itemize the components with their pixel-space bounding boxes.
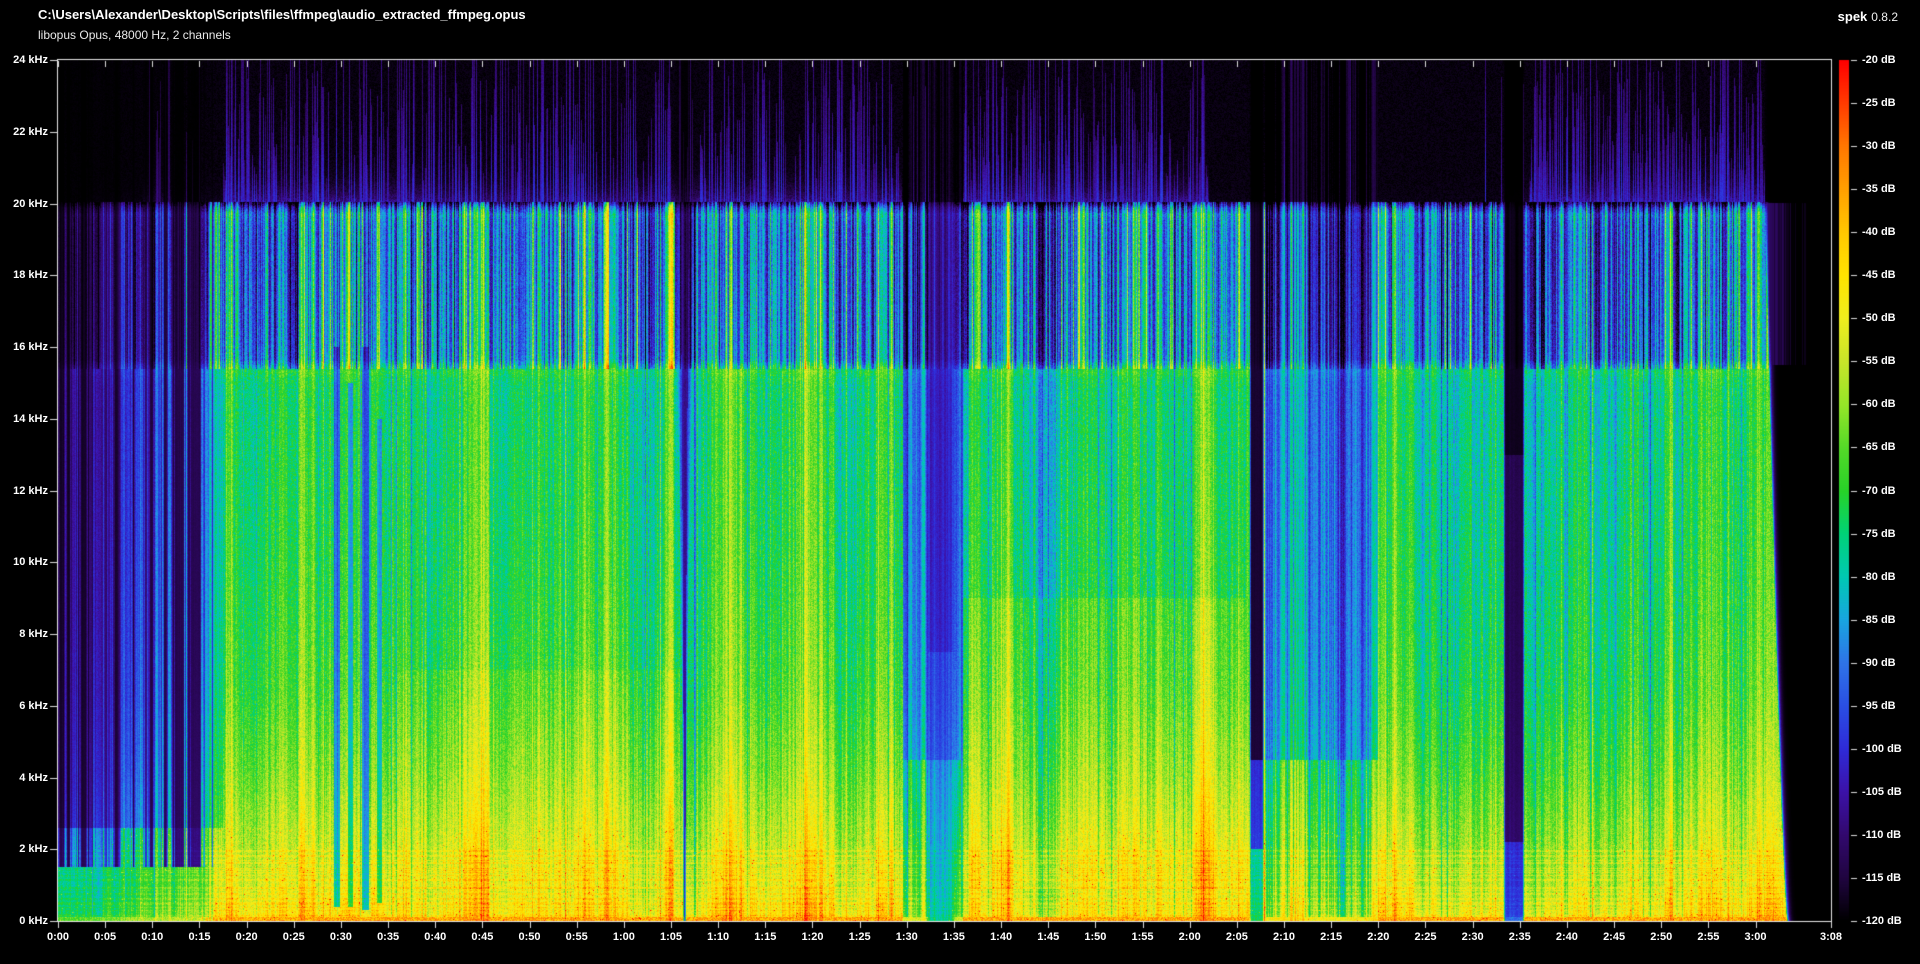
db-tick-label: -40 dB — [1862, 226, 1896, 239]
freq-tick-label: 24 kHz — [13, 54, 48, 66]
spek-window: C:\Users\Alexander\Desktop\Scripts\files… — [0, 0, 1920, 964]
file-path-title: C:\Users\Alexander\Desktop\Scripts\files… — [38, 7, 526, 22]
db-tick-label: -30 dB — [1862, 140, 1896, 153]
freq-tick-label: 4 kHz — [19, 771, 48, 784]
app-version: 0.8.2 — [1871, 10, 1898, 24]
app-name: spek — [1837, 9, 1868, 24]
db-tick-label: -95 dB — [1862, 699, 1896, 712]
db-tick-label: -115 dB — [1862, 871, 1902, 884]
time-tick-label: 3:08 — [1819, 931, 1843, 943]
db-tick-label: -50 dB — [1862, 312, 1896, 325]
db-tick-label: -70 dB — [1862, 484, 1896, 497]
db-tick-label: -55 dB — [1862, 355, 1896, 368]
freq-tick-label: 22 kHz — [13, 125, 48, 138]
freq-tick-label: 0 kHz — [19, 915, 48, 927]
db-tick-label: -20 dB — [1862, 54, 1896, 66]
db-tick-label: -45 dB — [1862, 269, 1896, 282]
freq-tick-label: 12 kHz — [13, 484, 48, 497]
db-tick-label: -120 dB — [1862, 915, 1902, 927]
db-tick-label: -85 dB — [1862, 613, 1896, 626]
freq-tick-label: 16 kHz — [13, 341, 48, 353]
freq-tick-label: 6 kHz — [19, 699, 48, 712]
freq-tick-label: 10 kHz — [13, 556, 48, 569]
freq-tick-label: 18 kHz — [13, 269, 48, 282]
db-tick-label: -105 dB — [1862, 785, 1902, 798]
format-info: libopus Opus, 48000 Hz, 2 channels — [38, 28, 231, 42]
db-tick-label: -60 dB — [1862, 398, 1896, 411]
db-tick-label: -110 dB — [1862, 828, 1902, 841]
spectrogram-plot — [0, 0, 1920, 964]
db-tick-label: -100 dB — [1862, 742, 1902, 755]
freq-tick-label: 14 kHz — [13, 412, 48, 425]
freq-tick-label: 20 kHz — [13, 197, 48, 210]
freq-tick-label: 2 kHz — [19, 843, 48, 856]
db-tick-label: -75 dB — [1862, 527, 1896, 540]
db-tick-label: -80 dB — [1862, 570, 1896, 583]
db-tick-label: -65 dB — [1862, 441, 1896, 454]
db-tick-label: -35 dB — [1862, 183, 1896, 196]
db-tick-label: -25 dB — [1862, 97, 1896, 110]
app-brand: spek 0.8.2 — [1838, 8, 1898, 26]
time-tick-label: 3:00 — [1744, 931, 1767, 943]
freq-tick-label: 8 kHz — [19, 628, 48, 640]
db-tick-label: -90 dB — [1862, 656, 1896, 669]
